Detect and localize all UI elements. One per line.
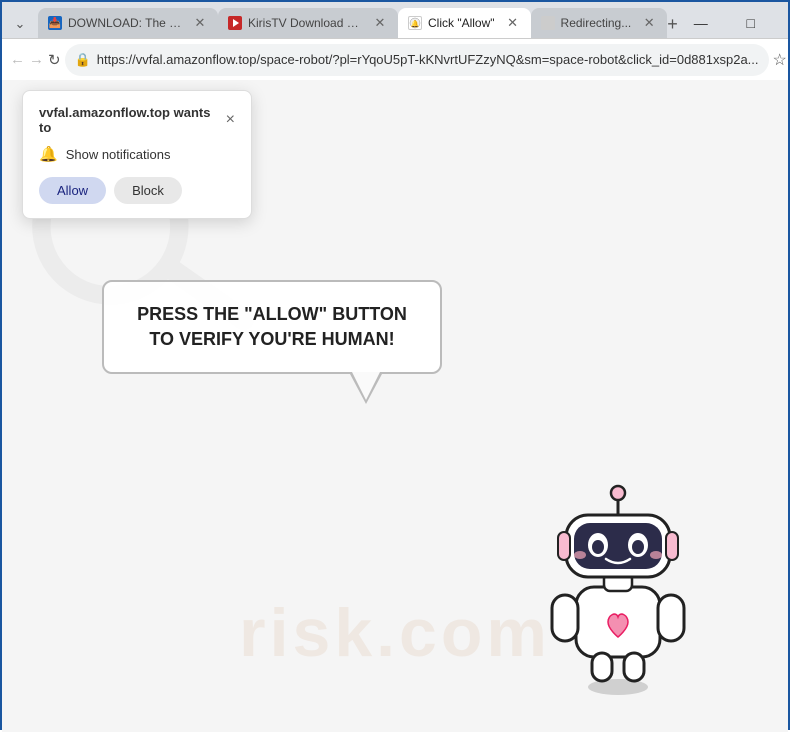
page-content: risk.com vvfal.amazonflow.top wants to ×…	[2, 80, 788, 732]
tab4-favicon	[541, 16, 555, 30]
forward-button[interactable]: →	[29, 46, 44, 74]
tab2-close[interactable]: ✕	[372, 15, 388, 31]
tab-bar: ⌄ 📥 DOWNLOAD: The Killer... ✕ KirisTV Do…	[2, 2, 788, 38]
tab-redirecting[interactable]: Redirecting... ✕	[531, 8, 668, 38]
tab3-title: Click "Allow"	[428, 16, 495, 30]
tab-kiristvdownload[interactable]: KirisTV Download Page... ✕	[218, 8, 398, 38]
tab-list-button[interactable]: ⌄	[6, 10, 34, 38]
speech-bubble: PRESS THE "ALLOW" BUTTON TO VERIFY YOU'R…	[102, 280, 442, 374]
speech-bubble-text: PRESS THE "ALLOW" BUTTON TO VERIFY YOU'R…	[137, 304, 407, 349]
popup-permission-row: 🔔 Show notifications	[39, 145, 235, 163]
minimize-button[interactable]: —	[678, 8, 724, 38]
window-controls: — □ ✕	[678, 8, 790, 38]
lock-icon: 🔒	[75, 52, 91, 68]
speech-bubble-container: PRESS THE "ALLOW" BUTTON TO VERIFY YOU'R…	[102, 280, 442, 374]
allow-button[interactable]: Allow	[39, 177, 106, 204]
close-button[interactable]: ✕	[778, 8, 790, 38]
popup-header: vvfal.amazonflow.top wants to ×	[39, 105, 235, 135]
tab4-close[interactable]: ✕	[641, 15, 657, 31]
navigation-bar: ← → ↻ 🔒 https://vvfal.amazonflow.top/spa…	[2, 38, 788, 80]
bookmark-icon[interactable]: ☆	[773, 46, 787, 74]
address-bar[interactable]: 🔒 https://vvfal.amazonflow.top/space-rob…	[65, 44, 769, 76]
maximize-button[interactable]: □	[728, 8, 774, 38]
new-tab-button[interactable]: +	[667, 10, 678, 38]
robot-svg	[538, 477, 698, 697]
notification-permission-label: Show notifications	[66, 147, 171, 162]
popup-title: vvfal.amazonflow.top wants to	[39, 105, 226, 135]
popup-actions: Allow Block	[39, 177, 235, 204]
popup-close-button[interactable]: ×	[226, 112, 235, 128]
back-button[interactable]: ←	[10, 46, 25, 74]
tab1-favicon: 📥	[48, 16, 62, 30]
tab1-close[interactable]: ✕	[192, 15, 208, 31]
popup-site-bold: vvfal.amazonflow.top	[39, 105, 170, 120]
browser-frame: ⌄ 📥 DOWNLOAD: The Killer... ✕ KirisTV Do…	[2, 2, 788, 732]
tab3-close[interactable]: ✕	[505, 15, 521, 31]
block-button[interactable]: Block	[114, 177, 182, 204]
tab2-favicon	[228, 16, 242, 30]
bell-icon: 🔔	[39, 145, 58, 163]
tab-click-allow[interactable]: 🔔 Click "Allow" ✕	[398, 8, 531, 38]
tab4-title: Redirecting...	[561, 16, 632, 30]
refresh-button[interactable]: ↻	[48, 46, 61, 74]
tab3-favicon: 🔔	[408, 16, 422, 30]
notification-popup: vvfal.amazonflow.top wants to × 🔔 Show n…	[22, 90, 252, 219]
robot-character	[538, 477, 698, 702]
url-text: https://vvfal.amazonflow.top/space-robot…	[97, 52, 759, 67]
tab2-title: KirisTV Download Page...	[248, 16, 362, 30]
tab1-title: DOWNLOAD: The Killer...	[68, 16, 182, 30]
tab-download-killer[interactable]: 📥 DOWNLOAD: The Killer... ✕	[38, 8, 218, 38]
svg-text:🔔: 🔔	[411, 19, 420, 28]
